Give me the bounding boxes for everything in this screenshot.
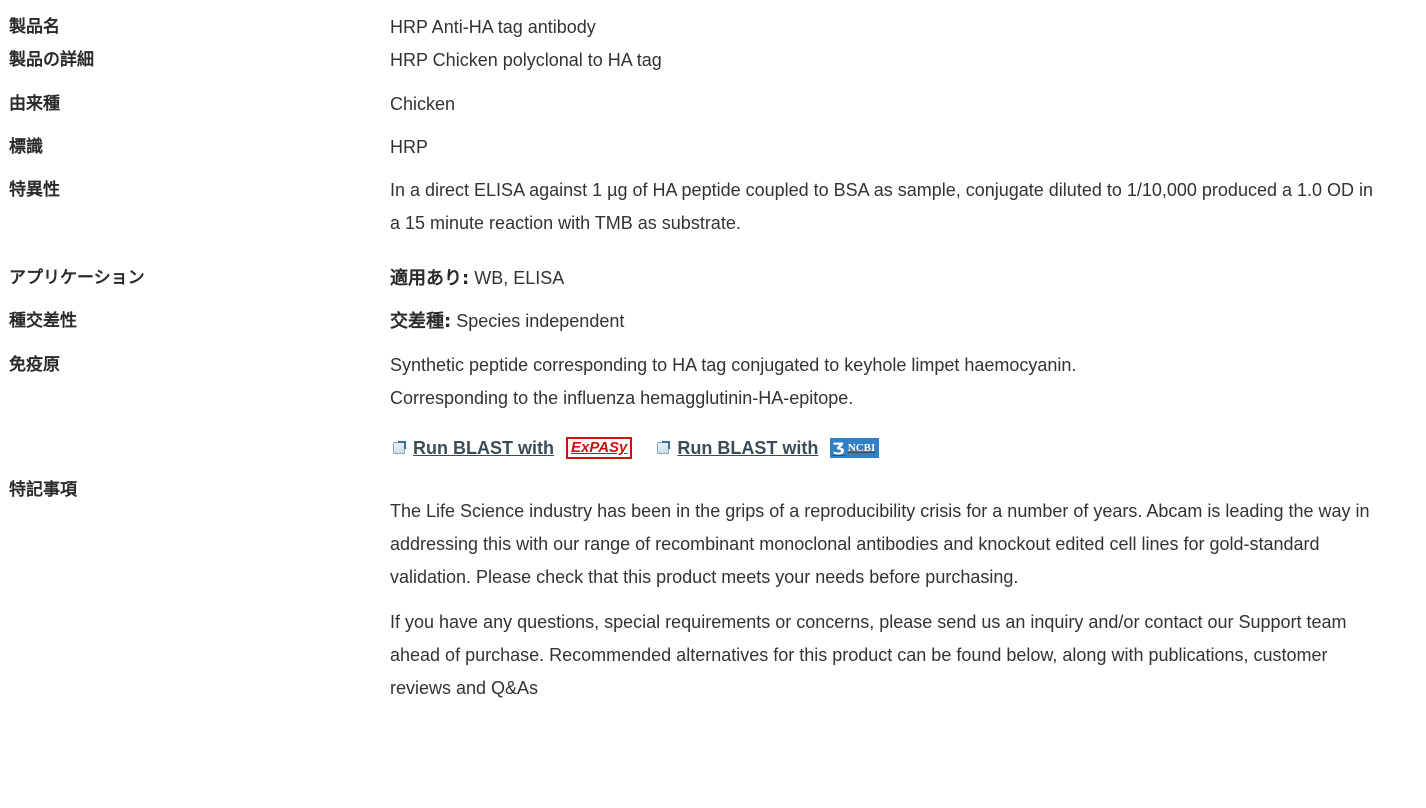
row-specificity: 特異性 In a direct ELISA against 1 µg of HA… — [0, 174, 1426, 262]
notes-paragraph-1: The Life Science industry has been in th… — [390, 501, 1370, 587]
ncbi-logo-text: NCBI — [847, 442, 876, 454]
ncbi-logo: Ʒ NCBI — [830, 438, 880, 458]
external-link-icon — [393, 441, 406, 454]
reactivity-prefix: 交差種: — [390, 311, 452, 332]
conjugation-label: 標識 — [9, 137, 43, 157]
notes-label: 特記事項 — [9, 480, 77, 500]
immunogen-value: Synthetic peptide corresponding to HA ta… — [390, 349, 1426, 415]
applications-label: アプリケーション — [9, 268, 145, 288]
external-link-icon — [657, 441, 671, 454]
applications-value: 適用あり: WB, ELISA — [390, 262, 1426, 295]
host-species-value: Chicken — [390, 94, 456, 114]
product-name-value: HRP Anti-HA tag antibody — [390, 17, 596, 37]
row-product-details: 製品の詳細 HRP Chicken polyclonal to HA tag — [0, 44, 1426, 88]
row-conjugation: 標識 HRP — [0, 131, 1426, 174]
row-notes: 特記事項 The Life Science industry has been … — [0, 466, 1426, 705]
row-product-name: 製品名 HRP Anti-HA tag antibody — [0, 0, 1426, 44]
reactivity-value: 交差種: Species independent — [390, 305, 1426, 338]
immunogen-line-1: Synthetic peptide corresponding to HA ta… — [390, 355, 1077, 375]
run-blast-ncbi-link[interactable]: Run BLAST with Ʒ NCBI — [654, 437, 880, 459]
product-name-label: 製品名 — [9, 17, 60, 37]
expasy-logo: ExPASy — [565, 437, 633, 459]
applications-prefix: 適用あり: — [390, 268, 470, 289]
row-host-species: 由来種 Chicken — [0, 88, 1426, 131]
reactivity-label: 種交差性 — [9, 311, 77, 331]
host-species-label: 由来種 — [9, 94, 60, 114]
product-spec-table: 製品名 HRP Anti-HA tag antibody 製品の詳細 HRP C… — [0, 0, 1426, 705]
row-applications: アプリケーション 適用あり: WB, ELISA — [0, 262, 1426, 305]
specificity-label: 特異性 — [9, 180, 60, 200]
row-immunogen: 免疫原 Synthetic peptide corresponding to H… — [0, 349, 1426, 430]
applications-list: WB, ELISA — [474, 268, 565, 288]
notes-paragraph-2: If you have any questions, special requi… — [390, 612, 1347, 698]
product-details-label: 製品の詳細 — [9, 50, 94, 70]
blast-links: Run BLAST with ExPASy Run BLAST with Ʒ N… — [390, 430, 1426, 466]
specificity-value: In a direct ELISA against 1 µg of HA pep… — [390, 180, 1374, 233]
conjugation-value: HRP — [390, 137, 429, 157]
immunogen-label: 免疫原 — [9, 355, 60, 375]
helix-icon: Ʒ — [832, 438, 845, 458]
immunogen-line-2: Corresponding to the influenza hemagglut… — [390, 388, 854, 408]
product-details-value: HRP Chicken polyclonal to HA tag — [390, 50, 662, 70]
reactivity-species: Species independent — [456, 311, 625, 331]
run-blast-expasy-label: Run BLAST with — [413, 437, 554, 458]
run-blast-expasy-link[interactable]: Run BLAST with ExPASy — [390, 437, 633, 459]
row-reactivity: 種交差性 交差種: Species independent — [0, 305, 1426, 349]
notes-value: The Life Science industry has been in th… — [390, 480, 1426, 705]
run-blast-ncbi-label: Run BLAST with — [677, 437, 819, 458]
